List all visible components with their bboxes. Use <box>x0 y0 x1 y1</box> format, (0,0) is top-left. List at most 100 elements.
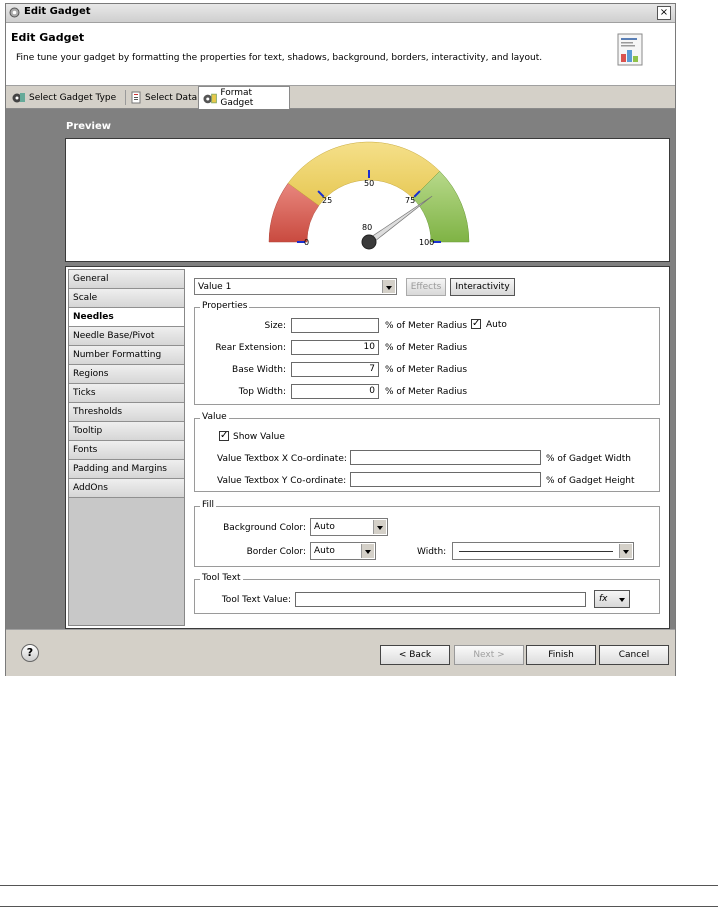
edit-gadget-dialog: Edit Gadget × Edit Gadget Fine tune your… <box>5 3 676 676</box>
next-button[interactable]: Next > <box>454 645 524 665</box>
gauge-value-label: 80 <box>362 223 372 232</box>
tool-text-group: Tool Text Tool Text Value: fx <box>194 573 660 614</box>
nav-item-general[interactable]: General <box>69 270 184 289</box>
close-button[interactable]: × <box>657 6 671 20</box>
border-width-select[interactable] <box>452 542 634 560</box>
format-icon <box>203 93 217 103</box>
background-color-value: Auto <box>314 522 335 532</box>
gauge-tick-label-0: 0 <box>304 238 309 247</box>
tab-label: Format Gadget <box>220 88 254 108</box>
wizard-header: Edit Gadget Fine tune your gadget by for… <box>6 23 675 86</box>
needle-selector-value: Value 1 <box>198 282 232 292</box>
tab-label: Select Data <box>145 92 198 103</box>
nav-item-needles[interactable]: Needles <box>69 308 184 327</box>
wizard-footer: ? < Back Next > Finish Cancel <box>6 629 675 676</box>
wizard-tabs: Select Gadget Type Select Data Format Ga… <box>6 86 675 109</box>
border-color-label: Border Color: <box>246 547 306 557</box>
effects-button[interactable]: Effects <box>406 278 446 296</box>
show-value-label: Show Value <box>233 432 285 442</box>
value-y-label: Value Textbox Y Co-ordinate: <box>217 476 347 486</box>
value-x-label: Value Textbox X Co-ordinate: <box>217 454 347 464</box>
back-button[interactable]: < Back <box>380 645 450 665</box>
page-rule-bottom <box>0 906 718 907</box>
nav-item-fonts[interactable]: Fonts <box>69 441 184 460</box>
needle-selector[interactable]: Value 1 <box>194 278 397 295</box>
tool-text-input[interactable] <box>295 592 586 607</box>
data-icon <box>131 91 141 104</box>
help-icon[interactable]: ? <box>21 644 39 662</box>
format-panel: General Scale Needles Needle Base/Pivot Numb… <box>65 266 670 629</box>
tab-format-gadget[interactable]: Format Gadget <box>198 86 290 109</box>
nav-item-tooltip[interactable]: Tooltip <box>69 422 184 441</box>
preview-label: Preview <box>66 121 112 132</box>
gadget-preview: 0 25 50 75 100 80 <box>65 138 670 262</box>
value-group: Value ✓ Show Value Value Textbox X Co-or… <box>194 412 660 492</box>
chevron-down-icon <box>382 280 395 293</box>
show-value-checkbox[interactable]: ✓ <box>219 431 229 441</box>
properties-legend: Properties <box>200 301 250 311</box>
nav-item-ticks[interactable]: Ticks <box>69 384 184 403</box>
report-icon <box>617 33 643 66</box>
size-input[interactable] <box>291 318 379 333</box>
top-width-label: Top Width: <box>238 387 286 397</box>
base-width-label: Base Width: <box>232 365 286 375</box>
header-title: Edit Gadget <box>11 31 85 44</box>
fill-group: Fill Background Color: Auto Border Color… <box>194 500 660 567</box>
cancel-button[interactable]: Cancel <box>599 645 669 665</box>
tab-divider <box>125 90 126 105</box>
gauge-tick-label-50: 50 <box>364 179 374 188</box>
nav-item-scale[interactable]: Scale <box>69 289 184 308</box>
size-label: Size: <box>264 321 286 331</box>
tab-select-data[interactable]: Select Data <box>127 88 201 107</box>
page-rule-top <box>0 885 718 886</box>
background-color-select[interactable]: Auto <box>310 518 388 536</box>
tab-select-gadget-type[interactable]: Select Gadget Type <box>8 88 120 107</box>
gauge-pivot <box>361 234 377 250</box>
rear-extension-unit: % of Meter Radius <box>385 343 468 353</box>
rear-extension-input[interactable]: 10 <box>291 340 379 355</box>
auto-label: Auto <box>486 320 507 330</box>
nav-item-regions[interactable]: Regions <box>69 365 184 384</box>
value-legend: Value <box>200 412 229 422</box>
top-width-unit: % of Meter Radius <box>385 387 468 397</box>
tab-label: Select Gadget Type <box>29 92 117 103</box>
rear-extension-label: Rear Extension: <box>215 343 286 353</box>
gauge-tick-label-100: 100 <box>419 238 434 247</box>
value-y-unit: % of Gadget Height <box>546 476 635 486</box>
app-icon <box>9 7 20 18</box>
size-unit: % of Meter Radius <box>385 321 468 331</box>
value-x-input[interactable] <box>350 450 541 465</box>
border-color-select[interactable]: Auto <box>310 542 376 560</box>
line-width-preview <box>459 551 613 552</box>
chevron-down-icon <box>373 520 386 534</box>
properties-group: Properties Size: % of Meter Radius ✓ Aut… <box>194 301 660 405</box>
nav-item-addons[interactable]: AddOns <box>69 479 184 498</box>
finish-button[interactable]: Finish <box>526 645 596 665</box>
chevron-down-icon <box>361 544 374 558</box>
format-category-nav: General Scale Needles Needle Base/Pivot Numb… <box>68 269 185 626</box>
tool-text-legend: Tool Text <box>200 573 243 583</box>
nav-item-needle-base-pivot[interactable]: Needle Base/Pivot <box>69 327 184 346</box>
header-description: Fine tune your gadget by formatting the … <box>16 53 543 63</box>
gadget-type-icon <box>12 93 25 103</box>
gauge-tick-label-25: 25 <box>322 196 332 205</box>
gauge-chart: 0 25 50 75 100 80 <box>268 141 470 250</box>
width-label: Width: <box>417 547 447 557</box>
fx-button[interactable]: fx <box>594 590 630 608</box>
title-bar: Edit Gadget × <box>6 4 675 23</box>
value-y-input[interactable] <box>350 472 541 487</box>
nav-item-number-formatting[interactable]: Number Formatting <box>69 346 184 365</box>
top-width-input[interactable]: 0 <box>291 384 379 399</box>
tool-text-label: Tool Text Value: <box>221 595 291 605</box>
interactivity-button[interactable]: Interactivity <box>450 278 515 296</box>
base-width-unit: % of Meter Radius <box>385 365 468 375</box>
chevron-down-icon <box>619 598 625 602</box>
auto-checkbox[interactable]: ✓ <box>471 319 481 329</box>
fx-icon: fx <box>599 594 608 604</box>
nav-item-padding-and-margins[interactable]: Padding and Margins <box>69 460 184 479</box>
nav-item-thresholds[interactable]: Thresholds <box>69 403 184 422</box>
window-title: Edit Gadget <box>24 6 91 17</box>
needles-settings: Value 1 Effects Interactivity Properties… <box>190 269 668 626</box>
base-width-input[interactable]: 7 <box>291 362 379 377</box>
chevron-down-icon <box>619 544 632 558</box>
